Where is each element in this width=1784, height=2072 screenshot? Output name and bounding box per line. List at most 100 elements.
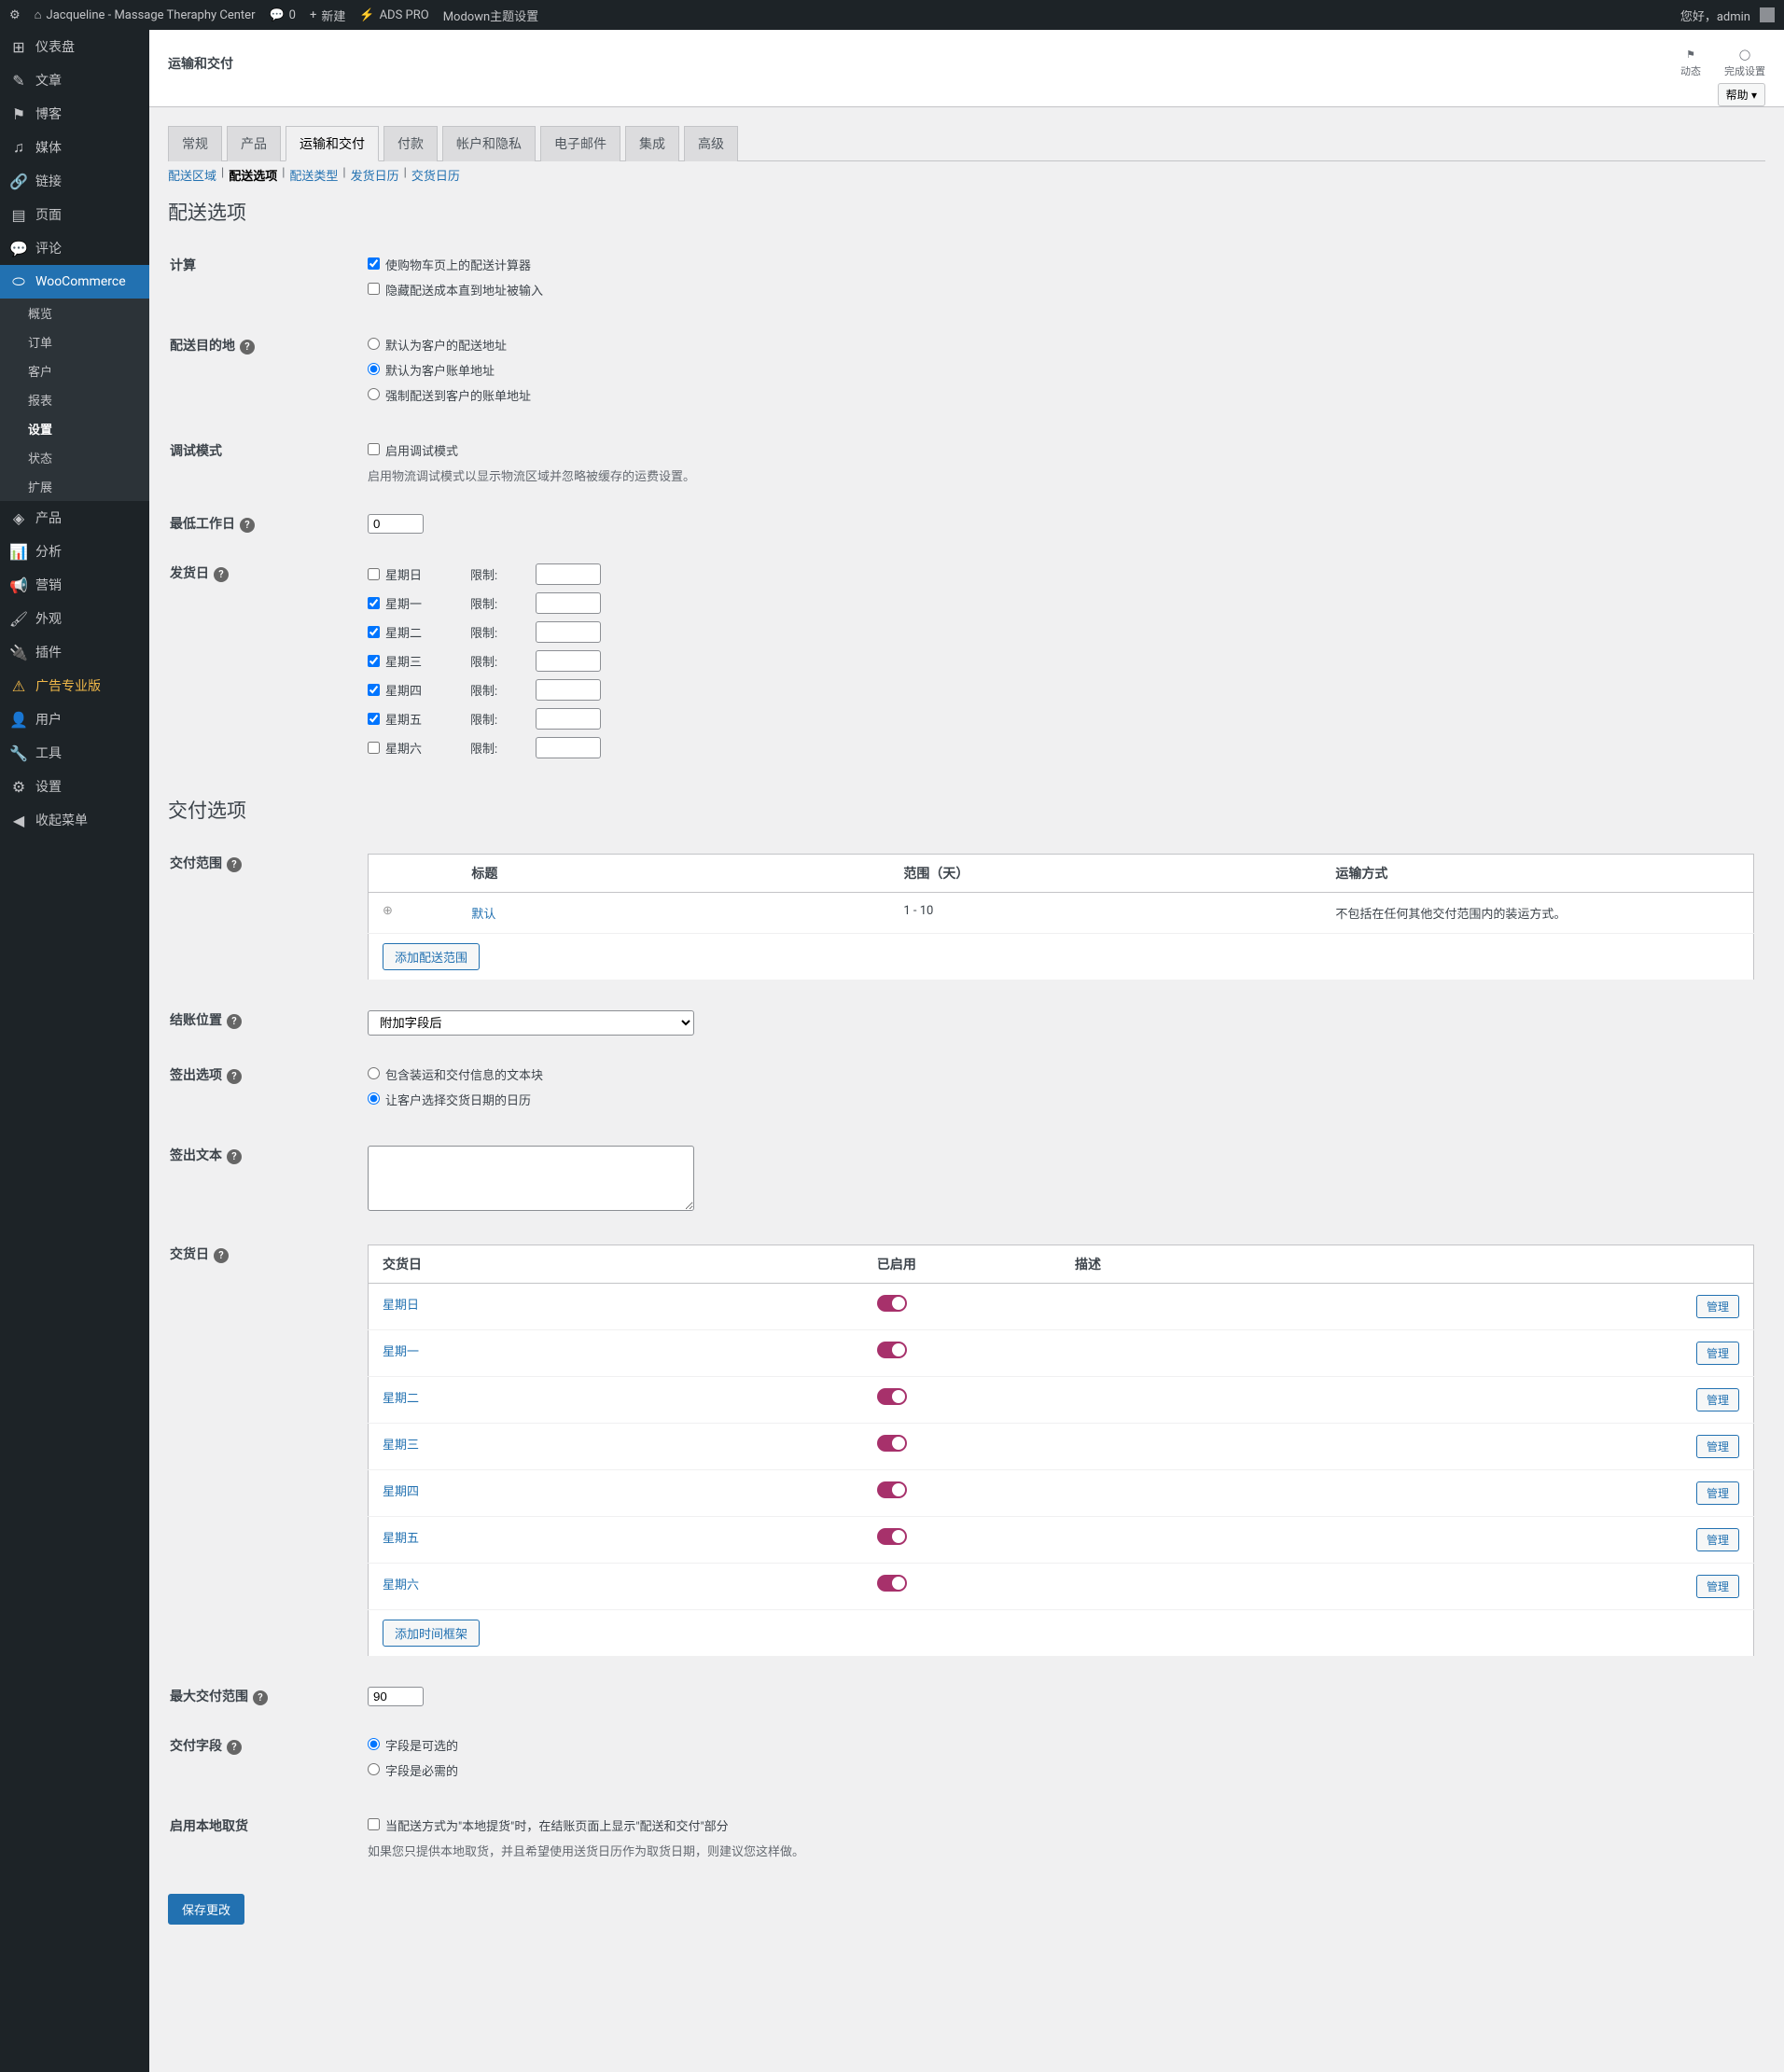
manage-btn[interactable]: 管理 bbox=[1696, 1575, 1739, 1598]
delivery-day-link[interactable]: 星期三 bbox=[383, 1439, 419, 1453]
manage-btn[interactable]: 管理 bbox=[1696, 1388, 1739, 1411]
calc-opt1[interactable]: 使购物车页上的配送计算器 bbox=[368, 256, 1754, 273]
limit-input[interactable] bbox=[536, 708, 601, 730]
ship-day-row[interactable]: 星期日限制: bbox=[368, 563, 1754, 585]
manage-btn[interactable]: 管理 bbox=[1696, 1435, 1739, 1458]
tab-payments[interactable]: 付款 bbox=[383, 126, 438, 161]
save-button[interactable]: 保存更改 bbox=[168, 1894, 244, 1925]
tab-emails[interactable]: 电子邮件 bbox=[540, 126, 620, 161]
toggle-switch[interactable] bbox=[877, 1388, 907, 1405]
limit-input[interactable] bbox=[536, 592, 601, 614]
wp-logo[interactable]: ⚙ bbox=[9, 8, 21, 22]
sidebar-media[interactable]: ♫媒体 bbox=[0, 131, 149, 164]
checkout-text-input[interactable] bbox=[368, 1146, 694, 1211]
ship-day-row[interactable]: 星期二限制: bbox=[368, 621, 1754, 643]
subnav-zones[interactable]: 配送区域 bbox=[168, 166, 216, 184]
limit-input[interactable] bbox=[536, 679, 601, 701]
help-icon[interactable] bbox=[240, 340, 255, 355]
limit-input[interactable] bbox=[536, 737, 601, 758]
comments-link[interactable]: 💬 0 bbox=[269, 8, 296, 22]
toggle-switch[interactable] bbox=[877, 1575, 907, 1592]
ship-day-row[interactable]: 星期四限制: bbox=[368, 679, 1754, 701]
manage-btn[interactable]: 管理 bbox=[1696, 1528, 1739, 1551]
mindays-input[interactable] bbox=[368, 514, 424, 534]
limit-input[interactable] bbox=[536, 563, 601, 585]
avatar[interactable] bbox=[1760, 7, 1775, 22]
help-icon[interactable] bbox=[227, 857, 242, 872]
delivery-day-link[interactable]: 星期一 bbox=[383, 1345, 419, 1359]
sidebar-blog[interactable]: ⚑博客 bbox=[0, 97, 149, 131]
sidebar-ads-pro[interactable]: ⚠广告专业版 bbox=[0, 669, 149, 702]
toggle-switch[interactable] bbox=[877, 1295, 907, 1312]
subnav-options[interactable]: 配送选项 bbox=[229, 166, 277, 184]
drag-icon[interactable]: ⊕ bbox=[383, 904, 393, 918]
toggle-switch[interactable] bbox=[877, 1342, 907, 1358]
df-opt2[interactable]: 字段是必需的 bbox=[368, 1761, 1754, 1779]
help-icon[interactable] bbox=[227, 1014, 242, 1029]
toggle-switch[interactable] bbox=[877, 1528, 907, 1545]
dest-opt3[interactable]: 强制配送到客户的账单地址 bbox=[368, 386, 1754, 404]
delivery-day-link[interactable]: 星期五 bbox=[383, 1532, 419, 1546]
toggle-switch[interactable] bbox=[877, 1481, 907, 1498]
sidebar-collapse[interactable]: ◀收起菜单 bbox=[0, 803, 149, 837]
dest-opt2[interactable]: 默认为客户账单地址 bbox=[368, 361, 1754, 379]
limit-input[interactable] bbox=[536, 650, 601, 672]
maxrange-input[interactable] bbox=[368, 1687, 424, 1706]
sidebar-plugins[interactable]: 🔌插件 bbox=[0, 635, 149, 669]
sidebar-users[interactable]: 👤用户 bbox=[0, 702, 149, 736]
submenu-orders[interactable]: 订单 bbox=[0, 327, 149, 356]
delivery-day-link[interactable]: 星期六 bbox=[383, 1578, 419, 1592]
ship-day-row[interactable]: 星期一限制: bbox=[368, 592, 1754, 614]
tab-advanced[interactable]: 高级 bbox=[684, 126, 738, 161]
sidebar-tools[interactable]: 🔧工具 bbox=[0, 736, 149, 770]
toggle-switch[interactable] bbox=[877, 1435, 907, 1452]
sidebar-marketing[interactable]: 📢营销 bbox=[0, 568, 149, 602]
tab-products[interactable]: 产品 bbox=[227, 126, 281, 161]
new-content[interactable]: + 新建 bbox=[310, 7, 345, 24]
help-icon[interactable] bbox=[214, 567, 229, 582]
activity-btn[interactable]: ⚑动态 bbox=[1680, 49, 1701, 78]
submenu-overview[interactable]: 概览 bbox=[0, 299, 149, 327]
sidebar-analytics[interactable]: 📊分析 bbox=[0, 535, 149, 568]
site-name[interactable]: ⌂ Jacqueline - Massage Theraphy Center bbox=[35, 7, 256, 22]
finish-setup-btn[interactable]: ◯完成设置 bbox=[1724, 49, 1765, 78]
submenu-status[interactable]: 状态 bbox=[0, 443, 149, 472]
submenu-settings[interactable]: 设置 bbox=[0, 414, 149, 443]
checkout-opt1[interactable]: 包含装运和交付信息的文本块 bbox=[368, 1065, 1754, 1083]
ship-day-row[interactable]: 星期五限制: bbox=[368, 708, 1754, 730]
dest-opt1[interactable]: 默认为客户的配送地址 bbox=[368, 336, 1754, 354]
delivery-day-link[interactable]: 星期二 bbox=[383, 1392, 419, 1406]
add-range-btn[interactable]: 添加配送范围 bbox=[383, 943, 480, 970]
delivery-day-link[interactable]: 星期日 bbox=[383, 1299, 419, 1313]
subnav-classes[interactable]: 配送类型 bbox=[289, 166, 338, 184]
sidebar-pages[interactable]: ▤页面 bbox=[0, 198, 149, 231]
sidebar-woocommerce[interactable]: ⬭WooCommerce bbox=[0, 265, 149, 299]
ship-day-row[interactable]: 星期三限制: bbox=[368, 650, 1754, 672]
checkout-pos-select[interactable]: 附加字段后 bbox=[368, 1010, 694, 1036]
sidebar-comments[interactable]: 💬评论 bbox=[0, 231, 149, 265]
help-icon[interactable] bbox=[240, 518, 255, 533]
df-opt1[interactable]: 字段是可选的 bbox=[368, 1736, 1754, 1754]
manage-btn[interactable]: 管理 bbox=[1696, 1342, 1739, 1365]
ads-pro[interactable]: ⚡ ADS PRO bbox=[359, 8, 428, 22]
help-icon[interactable] bbox=[227, 1069, 242, 1084]
sidebar-links[interactable]: 🔗链接 bbox=[0, 164, 149, 198]
tab-shipping[interactable]: 运输和交付 bbox=[286, 126, 379, 161]
add-timeframe-btn[interactable]: 添加时间框架 bbox=[383, 1620, 480, 1647]
help-icon[interactable] bbox=[227, 1740, 242, 1755]
sidebar-products[interactable]: ◈产品 bbox=[0, 501, 149, 535]
debug-opt1[interactable]: 启用调试模式 bbox=[368, 441, 1754, 459]
tab-general[interactable]: 常规 bbox=[168, 126, 222, 161]
modown-settings[interactable]: Modown主题设置 bbox=[443, 7, 538, 24]
manage-btn[interactable]: 管理 bbox=[1696, 1295, 1739, 1318]
greeting[interactable]: 您好，admin bbox=[1680, 7, 1750, 24]
sidebar-posts[interactable]: ✎文章 bbox=[0, 63, 149, 97]
submenu-reports[interactable]: 报表 bbox=[0, 385, 149, 414]
submenu-customers[interactable]: 客户 bbox=[0, 356, 149, 385]
manage-btn[interactable]: 管理 bbox=[1696, 1481, 1739, 1505]
checkout-opt2[interactable]: 让客户选择交货日期的日历 bbox=[368, 1091, 1754, 1108]
tab-accounts[interactable]: 帐户和隐私 bbox=[442, 126, 536, 161]
range-default-link[interactable]: 默认 bbox=[471, 908, 495, 922]
help-button[interactable]: 帮助 ▾ bbox=[1718, 83, 1765, 106]
sidebar-dashboard[interactable]: ⊞仪表盘 bbox=[0, 30, 149, 63]
